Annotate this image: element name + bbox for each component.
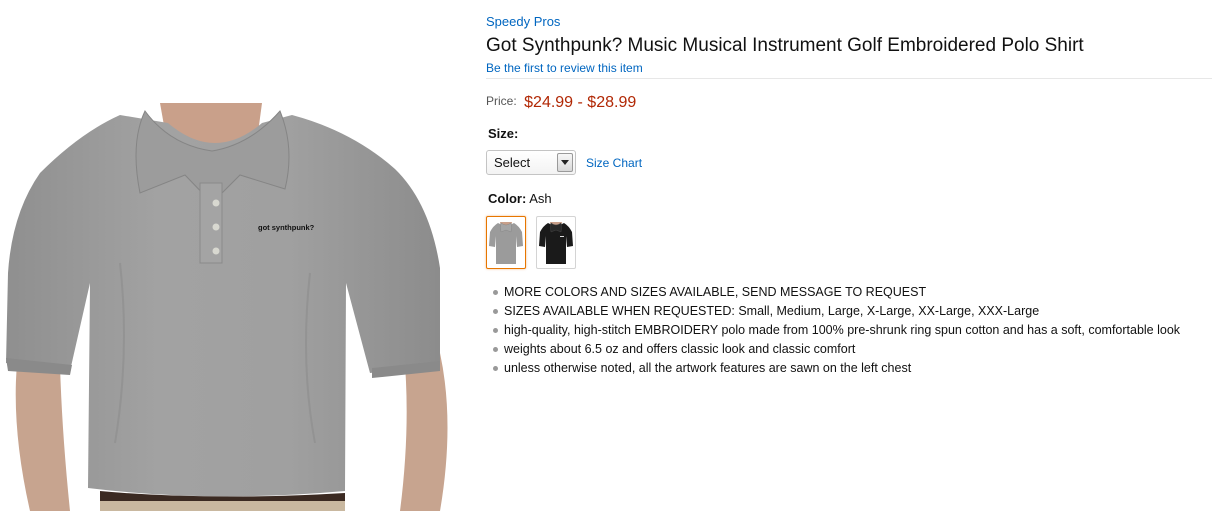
size-label: Size:: [488, 126, 519, 141]
feature-item: SIZES AVAILABLE WHEN REQUESTED: Small, M…: [493, 303, 1215, 322]
feature-item: unless otherwise noted, all the artwork …: [493, 360, 1215, 379]
main-product-image[interactable]: got synthpunk?: [0, 103, 460, 511]
swatch-ash[interactable]: [486, 216, 526, 269]
review-link[interactable]: Be the first to review this item: [486, 61, 643, 75]
feature-item: high-quality, high-stitch EMBROIDERY pol…: [493, 322, 1215, 341]
size-chart-link[interactable]: Size Chart: [586, 156, 642, 170]
color-value: Ash: [529, 191, 552, 206]
size-row: Select Size Chart: [486, 150, 642, 175]
price-label: Price:: [486, 94, 517, 108]
feature-item: weights about 6.5 oz and offers classic …: [493, 341, 1215, 360]
price-value: $24.99 - $28.99: [524, 94, 637, 111]
feature-item: MORE COLORS AND SIZES AVAILABLE, SEND ME…: [493, 284, 1215, 303]
ash-shirt-thumbnail: [488, 219, 524, 266]
polo-shirt-image: got synthpunk?: [6, 103, 448, 511]
color-label: Color:: [488, 191, 527, 206]
embroidery-text: got synthpunk?: [258, 223, 315, 232]
feature-bullets: MORE COLORS AND SIZES AVAILABLE, SEND ME…: [493, 284, 1215, 379]
black-shirt-thumbnail: [538, 219, 574, 266]
chevron-down-icon[interactable]: [557, 153, 573, 172]
color-swatches: [486, 216, 576, 269]
size-dropdown-value: Select: [494, 155, 531, 170]
swatch-black[interactable]: [536, 216, 576, 269]
color-row: Color: Ash: [488, 191, 552, 206]
divider: [486, 78, 1212, 79]
size-dropdown[interactable]: Select: [486, 150, 576, 175]
brand-link[interactable]: Speedy Pros: [486, 14, 560, 29]
product-title: Got Synthpunk? Music Musical Instrument …: [486, 35, 1084, 56]
price-row: Price: $24.99 - $28.99: [486, 94, 636, 112]
